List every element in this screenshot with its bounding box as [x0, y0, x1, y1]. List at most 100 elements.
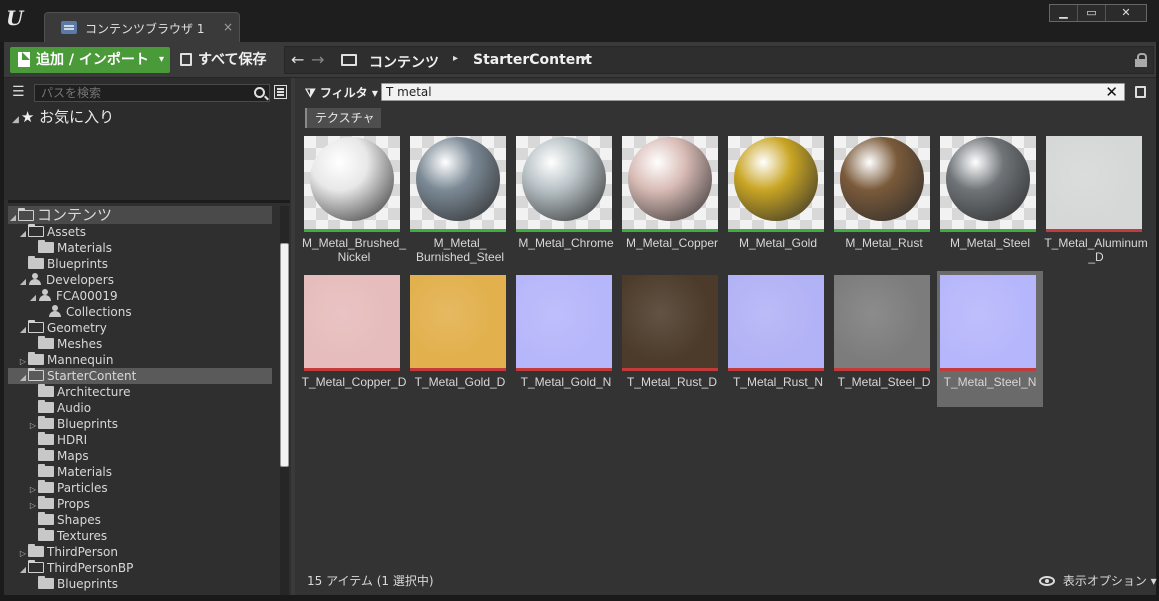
tree-item-hdri[interactable]: HDRI	[8, 432, 272, 448]
tree-item-developers[interactable]: ◢ Developers	[8, 272, 272, 288]
asset-tile[interactable]: T_Metal_Steel_D	[831, 271, 937, 407]
chevron-down-icon: ▾	[371, 86, 378, 100]
material-sphere	[946, 137, 1030, 221]
tree-item-materials[interactable]: Materials	[8, 464, 272, 480]
tab-close-icon[interactable]: ×	[223, 20, 233, 34]
asset-tile[interactable]: M_Metal_Brushed_ Nickel	[301, 132, 407, 268]
tree-item-blueprints[interactable]: Blueprints	[8, 576, 272, 592]
material-thumbnail	[516, 136, 612, 232]
asset-type-bar	[834, 229, 930, 232]
path-search-input[interactable]	[35, 85, 235, 101]
folder-tree: ◢ コンテンツ ◢ Assets Materials Blueprints ◢ Develop…	[8, 206, 276, 595]
asset-tile[interactable]: T_Metal_Gold_D	[407, 271, 513, 407]
tree-item-label: FCA00019	[56, 289, 118, 303]
filter-chip-texture[interactable]: テクスチャ	[305, 108, 381, 128]
material-sphere	[734, 137, 818, 221]
tree-item-assets[interactable]: ◢ Assets	[8, 224, 272, 240]
tree-item-geometry[interactable]: ◢ Geometry	[8, 320, 272, 336]
user-folder-icon	[48, 305, 62, 317]
folder-icon	[38, 576, 54, 589]
folder-icon	[38, 432, 54, 445]
asset-tile[interactable]: T_Metal_Copper_D	[301, 271, 407, 407]
filter-button[interactable]: ⧩ フィルタ ▾	[305, 84, 378, 101]
folder-icon	[38, 464, 54, 477]
asset-tile[interactable]: T_Metal_Steel_N	[937, 271, 1043, 407]
tree-item-label: Blueprints	[57, 417, 119, 431]
asset-tile[interactable]: M_Metal_ Burnished_Steel	[407, 132, 513, 268]
tree-item-label: Materials	[57, 241, 113, 255]
panel-splitter[interactable]	[8, 200, 290, 203]
asset-tile[interactable]: M_Metal_Gold	[725, 132, 831, 268]
tree-item-label: Textures	[57, 529, 108, 543]
tree-item-meshes[interactable]: Meshes	[8, 336, 272, 352]
tree-item-props[interactable]: ▷ Props	[8, 496, 272, 512]
tree-item-architecture[interactable]: Architecture	[8, 384, 272, 400]
folder-icon[interactable]	[341, 54, 357, 66]
asset-tile[interactable]: T_Metal_Rust_D	[619, 271, 725, 407]
breadcrumb-startercontent[interactable]: StarterContent	[473, 52, 592, 68]
content-browser-body: 追加 / インポート ▾ すべて保存 ← → コンテンツ ▸ StarterCo…	[4, 42, 1157, 595]
tree-item-thirdperson[interactable]: ▷ ThirdPerson	[8, 544, 272, 560]
view-options-label: 表示オプション	[1062, 574, 1147, 588]
asset-tile[interactable]: T_Metal_Aluminum _D	[1043, 132, 1149, 268]
tree-item-mannequin[interactable]: ▷ Mannequin	[8, 352, 272, 368]
save-all-button[interactable]: すべて保存	[176, 47, 272, 73]
forward-arrow-icon[interactable]: →	[311, 50, 324, 69]
asset-tile[interactable]: M_Metal_Steel	[937, 132, 1043, 268]
asset-tile[interactable]: M_Metal_Copper	[619, 132, 725, 268]
favorites-header[interactable]: ◢ ★ お気に入り	[12, 106, 114, 127]
asset-tile[interactable]: M_Metal_Chrome	[513, 132, 619, 268]
folder-open-icon	[18, 208, 34, 221]
asset-type-bar	[728, 368, 824, 371]
status-text: 15 アイテム (1 選択中)	[307, 574, 434, 588]
asset-tile[interactable]: M_Metal_Rust	[831, 132, 937, 268]
close-window-button[interactable]: ✕	[1106, 5, 1146, 21]
tree-item-コンテンツ[interactable]: ◢ コンテンツ	[8, 206, 272, 224]
add-import-button[interactable]: 追加 / インポート ▾	[10, 47, 170, 73]
breadcrumb-separator-icon[interactable]: ▸	[583, 53, 588, 64]
tree-item-thirdpersonbp[interactable]: ◢ ThirdPersonBP	[8, 560, 272, 576]
tree-item-fca00019[interactable]: ◢ FCA00019	[8, 288, 272, 304]
tree-item-blueprints[interactable]: ▷ Blueprints	[8, 416, 272, 432]
folder-icon	[38, 448, 54, 461]
back-arrow-icon[interactable]: ←	[291, 50, 304, 69]
clear-search-icon[interactable]: ✕	[1105, 83, 1118, 101]
new-document-icon	[18, 52, 30, 67]
tree-item-startercontent[interactable]: ◢ StarterContent	[8, 368, 272, 384]
texture-thumbnail	[516, 275, 612, 371]
save-search-icon[interactable]	[1135, 86, 1146, 98]
asset-tile[interactable]: T_Metal_Rust_N	[725, 271, 831, 407]
asset-search-input[interactable]	[382, 84, 1082, 100]
maximize-button[interactable]: ▭	[1078, 5, 1106, 21]
material-sphere	[628, 137, 712, 221]
tree-item-textures[interactable]: Textures	[8, 528, 272, 544]
filter-row: ⧩ フィルタ ▾ ✕	[295, 78, 1156, 106]
tree-item-blueprints[interactable]: Blueprints	[8, 256, 272, 272]
sources-toggle-icon[interactable]: ☰	[12, 84, 30, 100]
asset-name: T_Metal_Gold_N	[520, 375, 612, 389]
tab-content-browser[interactable]: コンテンツブラウザ 1 ×	[44, 12, 240, 42]
tree-item-maps[interactable]: Maps	[8, 448, 272, 464]
tree-item-label: Particles	[57, 481, 108, 495]
asset-tile[interactable]: T_Metal_Gold_N	[513, 271, 619, 407]
folder-icon	[38, 240, 54, 253]
asset-name: M_Metal_Brushed_ Nickel	[301, 236, 407, 264]
search-icon[interactable]	[254, 87, 265, 98]
folder-icon	[38, 480, 54, 493]
folder-icon	[28, 256, 44, 269]
view-options-icon[interactable]	[274, 85, 287, 99]
asset-name: T_Metal_Steel_D	[837, 375, 931, 389]
minimize-button[interactable]: ▁	[1050, 5, 1078, 21]
asset-search-box: ✕	[381, 83, 1125, 101]
tree-scrollbar-thumb[interactable]	[280, 243, 289, 467]
tree-item-shapes[interactable]: Shapes	[8, 512, 272, 528]
asset-name: M_Metal_Chrome	[518, 236, 614, 250]
tree-item-materials[interactable]: Materials	[8, 240, 272, 256]
tree-item-particles[interactable]: ▷ Particles	[8, 480, 272, 496]
breadcrumb-content[interactable]: コンテンツ	[369, 52, 439, 72]
breadcrumb-separator-icon[interactable]: ▸	[453, 53, 458, 64]
tree-item-audio[interactable]: Audio	[8, 400, 272, 416]
view-options-button[interactable]: 表示オプション ▾	[1039, 572, 1157, 589]
lock-icon[interactable]	[1135, 53, 1147, 67]
tree-item-collections[interactable]: Collections	[8, 304, 272, 320]
